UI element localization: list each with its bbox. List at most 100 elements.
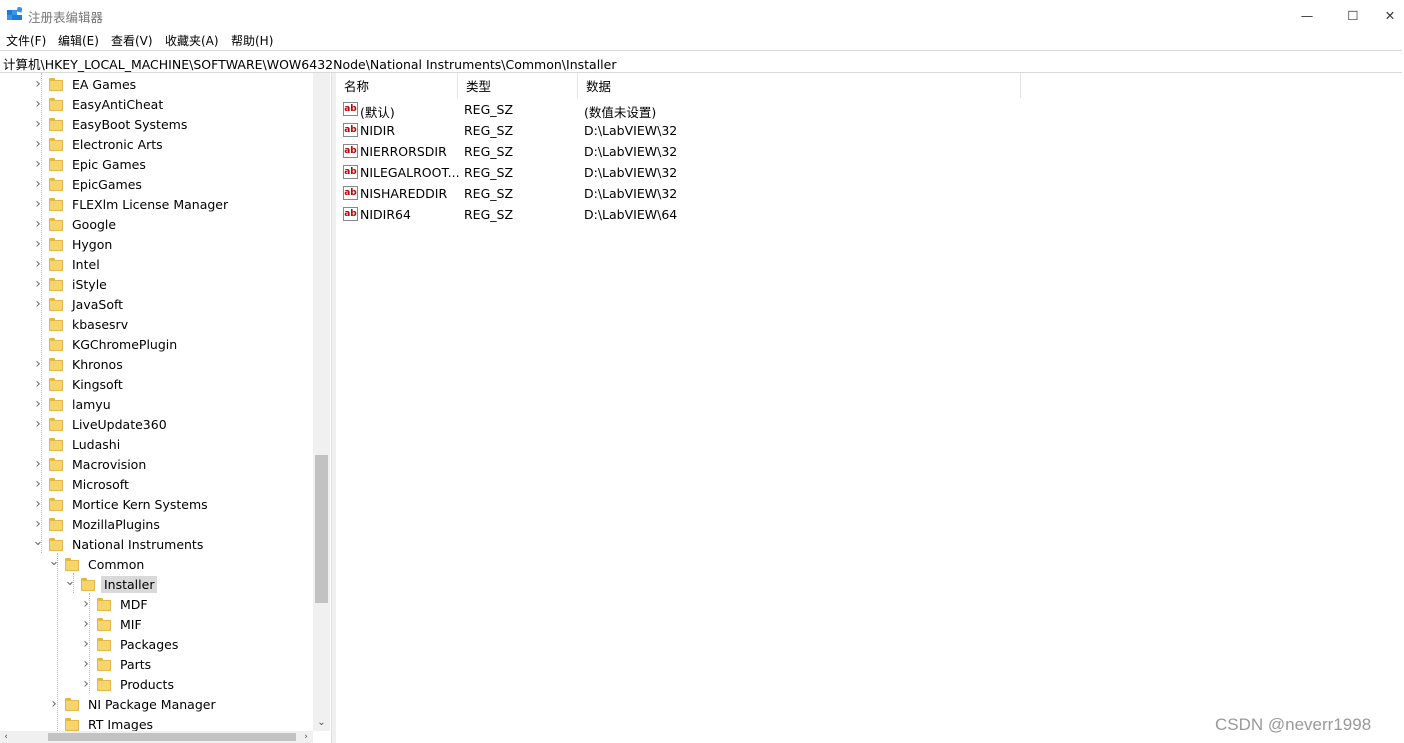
tree-item[interactable]: › Khronos: [33, 354, 126, 374]
column-header-data[interactable]: 数据: [578, 73, 1021, 98]
tree-item[interactable]: › Intel: [33, 254, 103, 274]
folder-icon: [81, 577, 95, 591]
tree-item[interactable]: › Epic Games: [33, 154, 149, 174]
tree-item[interactable]: kbasesrv: [33, 314, 131, 334]
chevron-right-icon[interactable]: ›: [81, 656, 91, 672]
value-name: NIDIR64: [360, 207, 411, 222]
minimize-button[interactable]: —: [1284, 0, 1330, 30]
tree-item[interactable]: KGChromePlugin: [33, 334, 180, 354]
tree-item[interactable]: › JavaSoft: [33, 294, 126, 314]
value-row[interactable]: ab NIDIR64 REG_SZ D:\LabVIEW\64: [336, 204, 1036, 225]
menu-help[interactable]: 帮助(H): [231, 32, 273, 49]
value-row[interactable]: ab (默认) REG_SZ (数值未设置): [336, 99, 1036, 120]
column-header-name[interactable]: 名称: [336, 73, 458, 98]
values-list[interactable]: 名称 类型 数据 ab (默认) REG_SZ (数值未设置) ab NIDIR REG_S…: [336, 73, 1404, 743]
tree-item[interactable]: › Macrovision: [33, 454, 149, 474]
tree-item[interactable]: ⌄ National Instruments: [33, 534, 206, 554]
chevron-right-icon[interactable]: ›: [33, 296, 43, 312]
scroll-down-arrow-icon[interactable]: ⌄: [313, 714, 330, 731]
chevron-down-icon[interactable]: ⌄: [33, 534, 44, 549]
menu-file[interactable]: 文件(F): [6, 32, 46, 49]
tree-item[interactable]: › MDF: [81, 594, 151, 614]
tree-item[interactable]: › iStyle: [33, 274, 110, 294]
tree-item[interactable]: › Electronic Arts: [33, 134, 166, 154]
tree-item[interactable]: › Google: [33, 214, 119, 234]
menu-view[interactable]: 查看(V): [111, 32, 153, 49]
registry-tree[interactable]: › EA Games › EasyAntiCheat › EasyBoot Systems…: [0, 73, 330, 743]
tree-item[interactable]: › EasyAntiCheat: [33, 94, 166, 114]
tree-item[interactable]: › lamyu: [33, 394, 114, 414]
tree-item[interactable]: › EpicGames: [33, 174, 145, 194]
tree-item[interactable]: › Kingsoft: [33, 374, 126, 394]
tree-item[interactable]: › Products: [81, 674, 177, 694]
value-row[interactable]: ab NILEGALROOT... REG_SZ D:\LabVIEW\32: [336, 162, 1036, 183]
chevron-right-icon[interactable]: ›: [49, 696, 59, 712]
chevron-right-icon[interactable]: ›: [33, 276, 43, 292]
scroll-left-arrow-icon[interactable]: ‹: [0, 731, 12, 743]
value-row[interactable]: ab NIERRORSDIR REG_SZ D:\LabVIEW\32: [336, 141, 1036, 162]
column-header-type[interactable]: 类型: [458, 73, 578, 98]
menu-edit[interactable]: 编辑(E): [58, 32, 99, 49]
tree-item[interactable]: ⌄ Installer: [65, 574, 158, 594]
chevron-right-icon[interactable]: ›: [33, 216, 43, 232]
chevron-right-icon[interactable]: ›: [33, 416, 43, 432]
chevron-down-icon[interactable]: ⌄: [49, 554, 60, 569]
value-row[interactable]: ab NIDIR REG_SZ D:\LabVIEW\32: [336, 120, 1036, 141]
tree-item-label: MDF: [120, 596, 148, 612]
tree-item[interactable]: › EA Games: [33, 74, 139, 94]
tree-item[interactable]: › Mortice Kern Systems: [33, 494, 211, 514]
tree-item[interactable]: › Packages: [81, 634, 181, 654]
tree-item[interactable]: › Hygon: [33, 234, 115, 254]
tree-item[interactable]: ⌄ Common: [49, 554, 147, 574]
chevron-right-icon[interactable]: ›: [33, 136, 43, 152]
chevron-right-icon[interactable]: ›: [33, 396, 43, 412]
chevron-right-icon[interactable]: ›: [33, 116, 43, 132]
tree-item[interactable]: › NI Package Manager: [49, 694, 219, 714]
tree-item[interactable]: › MIF: [81, 614, 145, 634]
chevron-right-icon[interactable]: ›: [33, 356, 43, 372]
chevron-right-icon[interactable]: ›: [33, 236, 43, 252]
value-type: REG_SZ: [464, 207, 514, 222]
tree-item[interactable]: › LiveUpdate360: [33, 414, 170, 434]
chevron-right-icon[interactable]: ›: [81, 616, 91, 632]
chevron-down-icon[interactable]: ⌄: [65, 574, 76, 589]
scrollbar-thumb[interactable]: [48, 733, 296, 741]
tree-item[interactable]: › MozillaPlugins: [33, 514, 163, 534]
chevron-right-icon[interactable]: ›: [33, 76, 43, 92]
scrollbar-thumb[interactable]: [315, 455, 328, 603]
close-button[interactable]: ✕: [1376, 0, 1404, 30]
chevron-right-icon[interactable]: ›: [33, 156, 43, 172]
tree-item[interactable]: › FLEXlm License Manager: [33, 194, 231, 214]
tree-item[interactable]: Ludashi: [33, 434, 123, 454]
chevron-right-icon[interactable]: ›: [81, 676, 91, 692]
value-row[interactable]: ab NISHAREDDIR REG_SZ D:\LabVIEW\32: [336, 183, 1036, 204]
tree-item-label: FLEXlm License Manager: [72, 196, 229, 212]
scroll-right-arrow-icon[interactable]: ›: [300, 731, 312, 743]
menu-favorites[interactable]: 收藏夹(A): [165, 32, 219, 49]
folder-icon: [49, 97, 63, 111]
chevron-right-icon[interactable]: ›: [33, 496, 43, 512]
tree-item[interactable]: › EasyBoot Systems: [33, 114, 190, 134]
folder-icon: [65, 557, 79, 571]
chevron-right-icon[interactable]: ›: [33, 376, 43, 392]
chevron-right-icon[interactable]: ›: [81, 596, 91, 612]
tree-item-label: EA Games: [72, 76, 137, 92]
chevron-right-icon[interactable]: ›: [33, 456, 43, 472]
tree-item-label: JavaSoft: [72, 296, 124, 312]
chevron-right-icon[interactable]: ›: [33, 256, 43, 272]
tree-item[interactable]: › Microsoft: [33, 474, 132, 494]
chevron-right-icon[interactable]: ›: [33, 176, 43, 192]
tree-horizontal-scrollbar[interactable]: ‹ ›: [0, 731, 313, 743]
chevron-right-icon[interactable]: ›: [33, 196, 43, 212]
maximize-button[interactable]: ☐: [1330, 0, 1376, 30]
chevron-right-icon[interactable]: ›: [33, 516, 43, 532]
tree-item-label: KGChromePlugin: [72, 336, 178, 352]
folder-icon: [49, 177, 63, 191]
tree-vertical-scrollbar[interactable]: ⌄: [313, 73, 330, 731]
chevron-right-icon[interactable]: ›: [33, 96, 43, 112]
chevron-right-icon[interactable]: ›: [33, 476, 43, 492]
tree-item[interactable]: › Parts: [81, 654, 154, 674]
chevron-right-icon[interactable]: ›: [81, 636, 91, 652]
address-bar[interactable]: 计算机\HKEY_LOCAL_MACHINE\SOFTWARE\WOW6432N…: [0, 50, 1402, 73]
